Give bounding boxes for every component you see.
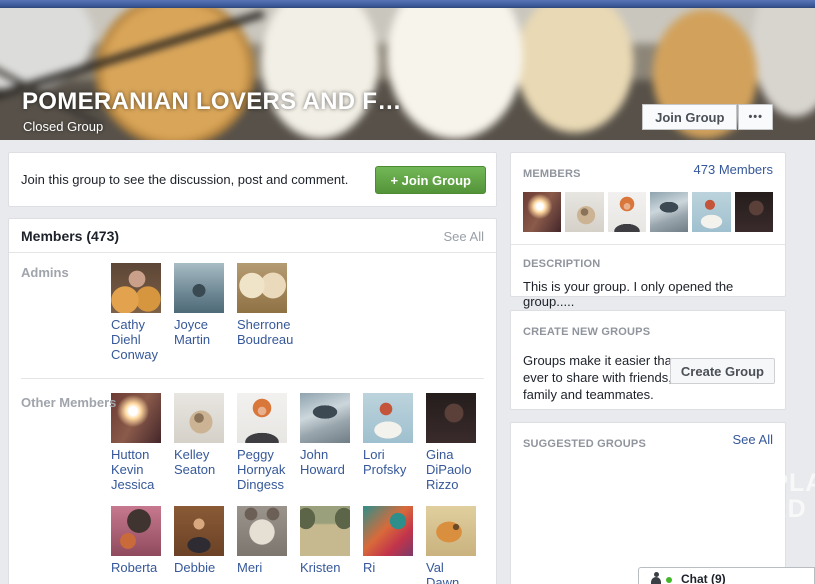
admins-label: Admins (21, 265, 69, 280)
members-count-title: Members (473) (21, 228, 119, 244)
member-cell: Sherrone Boudreau (237, 263, 300, 362)
member-avatar[interactable] (426, 393, 476, 443)
chat-bar[interactable]: Chat (9) (638, 567, 815, 584)
member-avatar[interactable] (174, 393, 224, 443)
member-thumbnail[interactable] (565, 192, 603, 232)
description-text: This is your group. I only opened the gr… (523, 279, 773, 309)
member-avatar[interactable] (237, 263, 287, 313)
member-cell: Kristen (300, 506, 363, 584)
member-cell: Gina DiPaolo Rizzo (426, 393, 489, 492)
admins-section: Admins Cathy Diehl Conway Joyce Martin S… (9, 253, 496, 374)
member-name-link[interactable]: Gina DiPaolo Rizzo (426, 447, 486, 492)
member-name-link[interactable]: Hutton Kevin Jessica (111, 447, 171, 492)
members-see-all-link[interactable]: See All (444, 229, 484, 244)
member-name-link[interactable]: Kristen (300, 560, 360, 575)
group-page: POMERANIAN LOVERS AND F… Closed Group Jo… (0, 0, 815, 584)
member-cell: Hutton Kevin Jessica (111, 393, 174, 492)
members-card-header: Members (473) See All (9, 219, 496, 253)
create-groups-text: Groups make it easier than ever to share… (523, 352, 683, 403)
member-name-link[interactable]: Joyce Martin (174, 317, 234, 347)
admins-grid: Cathy Diehl Conway Joyce Martin Sherrone… (111, 263, 484, 362)
group-title: POMERANIAN LOVERS AND F… (22, 88, 402, 116)
member-avatar[interactable] (111, 506, 161, 556)
member-thumbnail[interactable] (735, 192, 773, 232)
member-cell: Joyce Martin (174, 263, 237, 362)
sidebar-members-card: MEMBERS 473 Members DESCRIPTION This is … (510, 152, 786, 297)
member-name-link[interactable]: Roberta (111, 560, 171, 575)
suggested-groups-card: SUGGESTED GROUPS See All COMPLAINTS BOAR… (510, 422, 786, 584)
member-cell: John Howard (300, 393, 363, 492)
member-name-link[interactable]: John Howard (300, 447, 360, 477)
member-avatar[interactable] (237, 506, 287, 556)
member-name-link[interactable]: Cathy Diehl Conway (111, 317, 171, 362)
sidebar-members-header-row: MEMBERS 473 Members (511, 153, 785, 190)
member-cell: Val Dawn (426, 506, 489, 584)
facebook-top-navbar (0, 0, 815, 8)
join-banner: Join this group to see the discussion, p… (8, 152, 497, 207)
member-thumbnail[interactable] (650, 192, 688, 232)
member-cell: Lori Profsky (363, 393, 426, 492)
member-avatar[interactable] (111, 393, 161, 443)
more-options-button[interactable]: ••• (738, 104, 773, 130)
members-count-link[interactable]: 473 Members (694, 162, 773, 177)
online-status-icon (666, 577, 672, 583)
cover-button-group: Join Group ••• (642, 104, 773, 130)
join-group-button-green[interactable]: + Join Group (375, 166, 486, 194)
member-name-link[interactable]: Lori Profsky (363, 447, 423, 477)
member-cell: Cathy Diehl Conway (111, 263, 174, 362)
join-banner-message: Join this group to see the discussion, p… (21, 172, 348, 187)
member-avatar[interactable] (363, 393, 413, 443)
member-avatar[interactable] (363, 506, 413, 556)
group-cover-photo: POMERANIAN LOVERS AND F… Closed Group Jo… (0, 8, 815, 140)
suggested-groups-header: SUGGESTED GROUPS (523, 438, 646, 450)
create-groups-inner: CREATE NEW GROUPS Groups make it easier … (511, 311, 785, 414)
member-cell: Peggy Hornyak Dingess (237, 393, 300, 492)
member-name-link[interactable]: Ri (363, 560, 423, 575)
chat-contacts-icon (651, 572, 661, 584)
member-thumbnail[interactable] (608, 192, 646, 232)
member-cell: Roberta (111, 506, 174, 584)
chat-label: Chat (9) (681, 572, 726, 584)
member-avatar[interactable] (300, 506, 350, 556)
member-cell: Debbie (174, 506, 237, 584)
member-thumbnails-row (511, 190, 785, 245)
member-avatar[interactable] (174, 506, 224, 556)
member-name-link[interactable]: Kelley Seaton (174, 447, 234, 477)
member-cell: Kelley Seaton (174, 393, 237, 492)
member-avatar[interactable] (174, 263, 224, 313)
suggested-see-all-link[interactable]: See All (733, 432, 773, 447)
other-members-grid: Hutton Kevin Jessica Kelley Seaton Peggy… (111, 393, 484, 584)
other-members-section: Other Members Hutton Kevin Jessica Kelle… (9, 383, 496, 584)
group-privacy-label: Closed Group (23, 119, 103, 134)
join-group-button-header[interactable]: Join Group (642, 104, 737, 130)
create-groups-card: CREATE NEW GROUPS Groups make it easier … (510, 310, 786, 410)
member-avatar[interactable] (426, 506, 476, 556)
create-group-button[interactable]: Create Group (670, 358, 775, 384)
member-cell: Meri (237, 506, 300, 584)
member-name-link[interactable]: Debbie (174, 560, 234, 575)
member-avatar[interactable] (300, 393, 350, 443)
member-thumbnail[interactable] (692, 192, 730, 232)
member-name-link[interactable]: Peggy Hornyak Dingess (237, 447, 297, 492)
members-card: Members (473) See All Admins Cathy Diehl… (8, 218, 497, 584)
create-groups-header: CREATE NEW GROUPS (523, 326, 650, 338)
member-thumbnail[interactable] (523, 192, 561, 232)
description-header: DESCRIPTION (523, 258, 600, 270)
member-avatar[interactable] (111, 263, 161, 313)
other-members-label: Other Members (21, 395, 116, 410)
member-name-link[interactable]: Val Dawn (426, 560, 486, 584)
member-avatar[interactable] (237, 393, 287, 443)
member-name-link[interactable]: Meri (237, 560, 297, 575)
suggested-groups-inner: SUGGESTED GROUPS See All COMPLAINTS BOAR… (511, 423, 785, 463)
sidebar-members-header: MEMBERS (523, 168, 581, 180)
section-divider (21, 378, 484, 379)
member-name-link[interactable]: Sherrone Boudreau (237, 317, 297, 347)
member-cell: Ri (363, 506, 426, 584)
